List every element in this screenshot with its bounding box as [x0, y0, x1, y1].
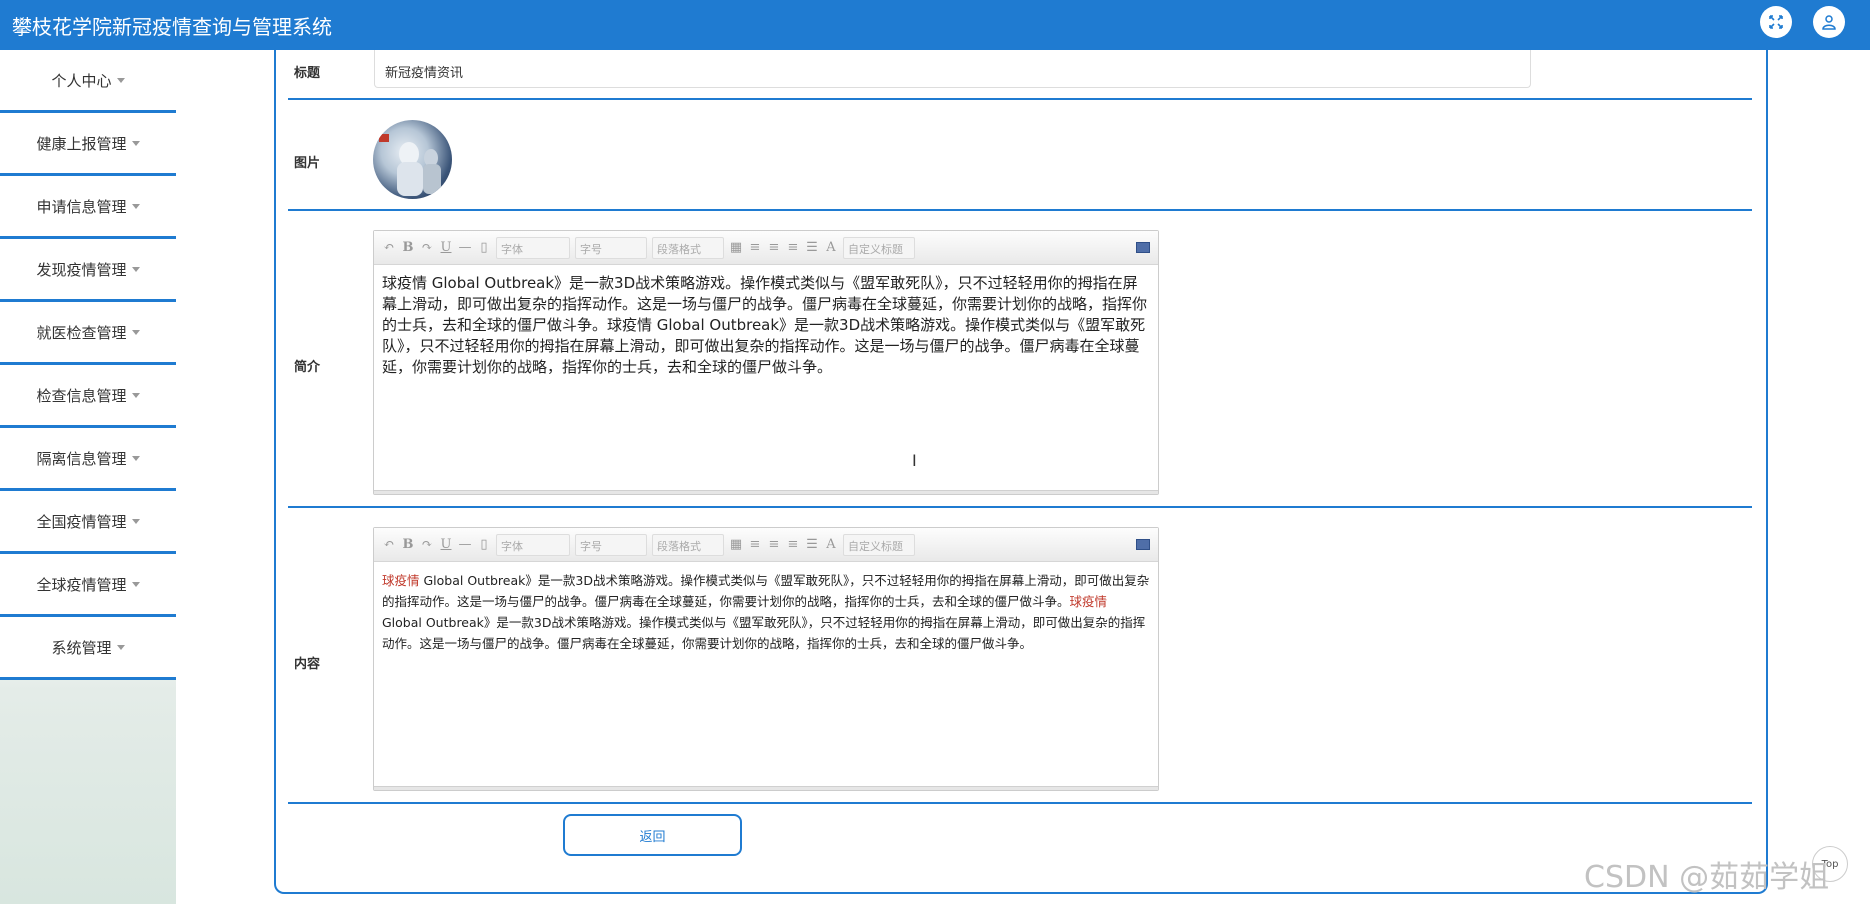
- redo-icon[interactable]: ↷: [420, 240, 434, 255]
- align-center-icon[interactable]: ≡: [767, 240, 781, 255]
- news-photo-icon: [379, 134, 441, 196]
- top-bar: 攀枝花学院新冠疫情查询与管理系统: [0, 0, 1870, 50]
- custom-title-select[interactable]: 自定义标题: [843, 533, 915, 556]
- news-image[interactable]: [373, 120, 452, 199]
- paragraph-select[interactable]: 段落格式: [652, 236, 724, 259]
- sidebar-item-health-report[interactable]: 健康上报管理: [0, 113, 176, 176]
- sidebar-item-medical-check[interactable]: 就医检查管理: [0, 302, 176, 365]
- sidebar-item-label: 系统管理: [51, 638, 112, 657]
- sidebar-item-label: 全国疫情管理: [36, 512, 127, 531]
- sidebar-item-application[interactable]: 申请信息管理: [0, 176, 176, 239]
- caret-down-icon: [131, 329, 140, 335]
- horizontal-rule-icon[interactable]: —: [458, 537, 472, 552]
- caret-down-icon: [131, 455, 140, 461]
- sidebar-item-label: 个人中心: [51, 71, 112, 90]
- sidebar-item-national-epidemic[interactable]: 全国疫情管理: [0, 491, 176, 554]
- align-center-icon[interactable]: ≡: [767, 537, 781, 552]
- sidebar-item-global-epidemic[interactable]: 全球疫情管理: [0, 554, 176, 617]
- highlight-text: 球疫情: [1069, 594, 1108, 609]
- align-right-icon[interactable]: ≡: [786, 537, 800, 552]
- size-select[interactable]: 字号: [575, 533, 647, 556]
- caret-down-icon: [131, 140, 140, 146]
- caret-down-icon: [131, 392, 140, 398]
- content-editor[interactable]: ↶ B ↷ U — ▯ 字体 字号 段落格式 ▦ ≡ ≡ ≡ ☰ A 自定义标题…: [373, 527, 1159, 791]
- expand-icon: [1769, 15, 1783, 29]
- redo-icon[interactable]: ↷: [420, 537, 434, 552]
- app-title: 攀枝花学院新冠疫情查询与管理系统: [12, 15, 332, 39]
- caret-down-icon: [116, 77, 125, 83]
- user-button[interactable]: [1813, 6, 1845, 38]
- sidebar-item-isolation[interactable]: 隔离信息管理: [0, 428, 176, 491]
- caret-down-icon: [131, 203, 140, 209]
- user-icon: [1822, 15, 1836, 30]
- align-left-icon[interactable]: ≡: [748, 240, 762, 255]
- content-text[interactable]: 球疫情 Global Outbreak》是一款3D战术策略游戏。操作模式类似与《…: [374, 562, 1158, 662]
- table-icon[interactable]: ▦: [729, 240, 743, 255]
- sidebar: 个人中心 健康上报管理 申请信息管理 发现疫情管理 就医检查管理 检查信息管理 …: [0, 50, 176, 904]
- sidebar-menu: 个人中心 健康上报管理 申请信息管理 发现疫情管理 就医检查管理 检查信息管理 …: [0, 50, 176, 680]
- caret-down-icon: [131, 266, 140, 272]
- sidebar-item-label: 隔离信息管理: [36, 449, 127, 468]
- sidebar-item-check-info[interactable]: 检查信息管理: [0, 365, 176, 428]
- font-select[interactable]: 字体: [496, 236, 570, 259]
- editor-toolbar: ↶ B ↷ U — ▯ 字体 字号 段落格式 ▦ ≡ ≡ ≡ ☰ A 自定义标题: [374, 231, 1158, 265]
- font-color-icon[interactable]: A: [824, 537, 838, 552]
- fullscreen-button[interactable]: [1760, 6, 1792, 38]
- sidebar-item-personal-center[interactable]: 个人中心: [0, 50, 176, 113]
- highlight-text: 球疫情: [382, 573, 420, 588]
- align-right-icon[interactable]: ≡: [786, 240, 800, 255]
- document-icon[interactable]: ▯: [477, 537, 491, 552]
- underline-icon[interactable]: U: [439, 240, 453, 255]
- row-divider: [288, 98, 1752, 100]
- sidebar-item-label: 申请信息管理: [36, 197, 127, 216]
- sidebar-item-outbreak-found[interactable]: 发现疫情管理: [0, 239, 176, 302]
- content-paragraph: Global Outbreak》是一款3D战术策略游戏。操作模式类似与《盟军敢死…: [382, 615, 1146, 651]
- bold-icon[interactable]: B: [401, 537, 415, 552]
- intro-editor[interactable]: ↶ B ↷ U — ▯ 字体 字号 段落格式 ▦ ≡ ≡ ≡ ☰ A 自定义标题…: [373, 230, 1159, 495]
- justify-icon[interactable]: ☰: [805, 537, 819, 552]
- caret-down-icon: [131, 518, 140, 524]
- sidebar-item-label: 就医检查管理: [36, 323, 127, 342]
- caret-down-icon: [116, 644, 125, 650]
- undo-icon[interactable]: ↶: [382, 537, 396, 552]
- watermark: CSDN @茹茹学姐: [1584, 860, 1830, 895]
- editor-toolbar: ↶ B ↷ U — ▯ 字体 字号 段落格式 ▦ ≡ ≡ ≡ ☰ A 自定义标题: [374, 528, 1158, 562]
- horizontal-rule-icon[interactable]: —: [458, 240, 472, 255]
- content-paragraph: Global Outbreak》是一款3D战术策略游戏。操作模式类似与《盟军敢死…: [382, 573, 1150, 609]
- custom-title-select[interactable]: 自定义标题: [843, 236, 915, 259]
- fullscreen-editor-icon[interactable]: [1136, 242, 1150, 253]
- underline-icon[interactable]: U: [439, 537, 453, 552]
- row-divider: [288, 802, 1752, 804]
- sidebar-item-system[interactable]: 系统管理: [0, 617, 176, 680]
- justify-icon[interactable]: ☰: [805, 240, 819, 255]
- caret-down-icon: [131, 581, 140, 587]
- row-divider: [288, 209, 1752, 211]
- paragraph-select[interactable]: 段落格式: [652, 533, 724, 556]
- sidebar-item-label: 全球疫情管理: [36, 575, 127, 594]
- content-label: 内容: [294, 657, 321, 672]
- title-field[interactable]: 新冠疫情资讯: [374, 50, 1531, 88]
- font-color-icon[interactable]: A: [824, 240, 838, 255]
- intro-text[interactable]: 球疫情 Global Outbreak》是一款3D战术策略游戏。操作模式类似与《…: [374, 265, 1158, 386]
- font-select[interactable]: 字体: [496, 533, 570, 556]
- sidebar-item-label: 发现疫情管理: [36, 260, 127, 279]
- image-label: 图片: [294, 156, 321, 171]
- back-button[interactable]: 返回: [563, 814, 742, 856]
- row-divider: [288, 506, 1752, 508]
- editor-footer: [374, 490, 1158, 494]
- undo-icon[interactable]: ↶: [382, 240, 396, 255]
- text-cursor-icon: I: [912, 451, 917, 470]
- fullscreen-editor-icon[interactable]: [1136, 539, 1150, 550]
- editor-footer: [374, 786, 1158, 790]
- document-icon[interactable]: ▯: [477, 240, 491, 255]
- sidebar-item-label: 检查信息管理: [36, 386, 127, 405]
- sidebar-item-label: 健康上报管理: [36, 134, 127, 153]
- bold-icon[interactable]: B: [401, 240, 415, 255]
- intro-label: 简介: [294, 360, 321, 375]
- title-label: 标题: [294, 66, 321, 81]
- table-icon[interactable]: ▦: [729, 537, 743, 552]
- align-left-icon[interactable]: ≡: [748, 537, 762, 552]
- size-select[interactable]: 字号: [575, 236, 647, 259]
